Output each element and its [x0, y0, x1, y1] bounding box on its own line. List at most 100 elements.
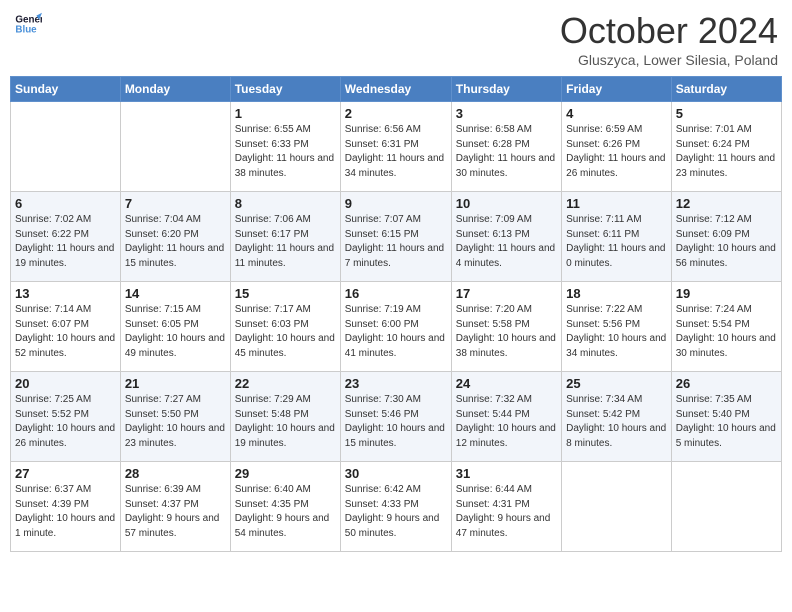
day-info: Sunrise: 7:32 AMSunset: 5:44 PMDaylight:… — [456, 393, 557, 451]
weekday-header: Thursday — [451, 77, 561, 102]
calendar-cell — [671, 462, 781, 552]
day-number: 22 — [235, 376, 336, 391]
page-header: General Blue October 2024 Gluszyca, Lowe… — [10, 10, 782, 68]
day-info: Sunrise: 7:12 AMSunset: 6:09 PMDaylight:… — [676, 213, 777, 271]
day-number: 23 — [345, 376, 447, 391]
day-info: Sunrise: 7:15 AMSunset: 6:05 PMDaylight:… — [125, 303, 226, 361]
day-info: Sunrise: 6:39 AMSunset: 4:37 PMDaylight:… — [125, 483, 226, 541]
calendar-cell: 18 Sunrise: 7:22 AMSunset: 5:56 PMDayligh… — [562, 282, 672, 372]
calendar-cell: 20 Sunrise: 7:25 AMSunset: 5:52 PMDayligh… — [11, 372, 121, 462]
calendar-week-row: 20 Sunrise: 7:25 AMSunset: 5:52 PMDayligh… — [11, 372, 782, 462]
svg-text:Blue: Blue — [15, 24, 37, 35]
month-title: October 2024 — [560, 10, 778, 52]
calendar-cell: 27 Sunrise: 6:37 AMSunset: 4:39 PMDayligh… — [11, 462, 121, 552]
calendar-week-row: 1Sunrise: 6:55 AMSunset: 6:33 PMDaylight… — [11, 102, 782, 192]
day-number: 13 — [15, 286, 116, 301]
calendar-cell: 23Sunrise: 7:30 AMSunset: 5:46 PMDayligh… — [340, 372, 451, 462]
calendar-cell: 25Sunrise: 7:34 AMSunset: 5:42 PMDayligh… — [562, 372, 672, 462]
calendar-cell: 2Sunrise: 6:56 AMSunset: 6:31 PMDaylight… — [340, 102, 451, 192]
day-number: 29 — [235, 466, 336, 481]
calendar-cell — [562, 462, 672, 552]
day-number: 11 — [566, 196, 667, 211]
day-info: Sunrise: 7:25 AMSunset: 5:52 PMDaylight:… — [15, 393, 116, 451]
calendar-cell: 9 Sunrise: 7:07 AMSunset: 6:15 PMDaylight… — [340, 192, 451, 282]
weekday-header: Friday — [562, 77, 672, 102]
day-number: 24 — [456, 376, 557, 391]
day-number: 28 — [125, 466, 226, 481]
day-info: Sunrise: 6:58 AMSunset: 6:28 PMDaylight:… — [456, 123, 557, 181]
day-number: 20 — [15, 376, 116, 391]
day-number: 21 — [125, 376, 226, 391]
weekday-header: Saturday — [671, 77, 781, 102]
weekday-header-row: SundayMondayTuesdayWednesdayThursdayFrid… — [11, 77, 782, 102]
calendar-cell: 3 Sunrise: 6:58 AMSunset: 6:28 PMDaylight… — [451, 102, 561, 192]
calendar-cell: 13Sunrise: 7:14 AMSunset: 6:07 PMDayligh… — [11, 282, 121, 372]
calendar-week-row: 13Sunrise: 7:14 AMSunset: 6:07 PMDayligh… — [11, 282, 782, 372]
calendar-cell: 26Sunrise: 7:35 AMSunset: 5:40 PMDayligh… — [671, 372, 781, 462]
calendar-cell: 14Sunrise: 7:15 AMSunset: 6:05 PMDayligh… — [120, 282, 230, 372]
calendar-cell: 19 Sunrise: 7:24 AMSunset: 5:54 PMDayligh… — [671, 282, 781, 372]
calendar-cell — [120, 102, 230, 192]
day-number: 3 — [456, 106, 557, 121]
calendar-cell: 10 Sunrise: 7:09 AMSunset: 6:13 PMDayligh… — [451, 192, 561, 282]
calendar-week-row: 6 Sunrise: 7:02 AMSunset: 6:22 PMDaylight… — [11, 192, 782, 282]
calendar-cell: 31 Sunrise: 6:44 AMSunset: 4:31 PMDayligh… — [451, 462, 561, 552]
day-info: Sunrise: 7:07 AMSunset: 6:15 PMDaylight:… — [345, 213, 447, 271]
day-number: 5 — [676, 106, 777, 121]
day-info: Sunrise: 7:35 AMSunset: 5:40 PMDaylight:… — [676, 393, 777, 451]
day-info: Sunrise: 7:34 AMSunset: 5:42 PMDaylight:… — [566, 393, 667, 451]
day-number: 15 — [235, 286, 336, 301]
logo: General Blue — [14, 10, 44, 38]
calendar-cell: 5 Sunrise: 7:01 AMSunset: 6:24 PMDaylight… — [671, 102, 781, 192]
day-number: 30 — [345, 466, 447, 481]
calendar-cell: 16 Sunrise: 7:19 AMSunset: 6:00 PMDayligh… — [340, 282, 451, 372]
weekday-header: Monday — [120, 77, 230, 102]
calendar-cell — [11, 102, 121, 192]
calendar-cell: 29 Sunrise: 6:40 AMSunset: 4:35 PMDayligh… — [230, 462, 340, 552]
day-number: 12 — [676, 196, 777, 211]
day-number: 7 — [125, 196, 226, 211]
day-number: 8 — [235, 196, 336, 211]
day-number: 9 — [345, 196, 447, 211]
day-info: Sunrise: 6:40 AMSunset: 4:35 PMDaylight:… — [235, 483, 336, 541]
day-info: Sunrise: 7:11 AMSunset: 6:11 PMDaylight:… — [566, 213, 667, 271]
day-info: Sunrise: 6:44 AMSunset: 4:31 PMDaylight:… — [456, 483, 557, 541]
day-info: Sunrise: 7:22 AMSunset: 5:56 PMDaylight:… — [566, 303, 667, 361]
day-number: 10 — [456, 196, 557, 211]
day-info: Sunrise: 6:37 AMSunset: 4:39 PMDaylight:… — [15, 483, 116, 541]
calendar-cell: 24 Sunrise: 7:32 AMSunset: 5:44 PMDayligh… — [451, 372, 561, 462]
location: Gluszyca, Lower Silesia, Poland — [560, 52, 778, 68]
calendar-cell: 1Sunrise: 6:55 AMSunset: 6:33 PMDaylight… — [230, 102, 340, 192]
day-number: 4 — [566, 106, 667, 121]
day-info: Sunrise: 6:42 AMSunset: 4:33 PMDaylight:… — [345, 483, 447, 541]
day-info: Sunrise: 7:02 AMSunset: 6:22 PMDaylight:… — [15, 213, 116, 271]
day-info: Sunrise: 7:19 AMSunset: 6:00 PMDaylight:… — [345, 303, 447, 361]
day-number: 31 — [456, 466, 557, 481]
calendar-cell: 4 Sunrise: 6:59 AMSunset: 6:26 PMDaylight… — [562, 102, 672, 192]
weekday-header: Sunday — [11, 77, 121, 102]
calendar-table: SundayMondayTuesdayWednesdayThursdayFrid… — [10, 76, 782, 552]
day-info: Sunrise: 7:17 AMSunset: 6:03 PMDaylight:… — [235, 303, 336, 361]
weekday-header: Tuesday — [230, 77, 340, 102]
day-info: Sunrise: 6:59 AMSunset: 6:26 PMDaylight:… — [566, 123, 667, 181]
day-info: Sunrise: 7:04 AMSunset: 6:20 PMDaylight:… — [125, 213, 226, 271]
calendar-cell: 17Sunrise: 7:20 AMSunset: 5:58 PMDayligh… — [451, 282, 561, 372]
day-info: Sunrise: 7:27 AMSunset: 5:50 PMDaylight:… — [125, 393, 226, 451]
calendar-cell: 21 Sunrise: 7:27 AMSunset: 5:50 PMDayligh… — [120, 372, 230, 462]
day-number: 2 — [345, 106, 447, 121]
day-number: 27 — [15, 466, 116, 481]
day-number: 6 — [15, 196, 116, 211]
calendar-cell: 15 Sunrise: 7:17 AMSunset: 6:03 PMDayligh… — [230, 282, 340, 372]
day-number: 1 — [235, 106, 336, 121]
day-info: Sunrise: 7:01 AMSunset: 6:24 PMDaylight:… — [676, 123, 777, 181]
day-info: Sunrise: 7:24 AMSunset: 5:54 PMDaylight:… — [676, 303, 777, 361]
day-number: 16 — [345, 286, 447, 301]
calendar-cell: 28 Sunrise: 6:39 AMSunset: 4:37 PMDayligh… — [120, 462, 230, 552]
day-number: 17 — [456, 286, 557, 301]
day-info: Sunrise: 7:09 AMSunset: 6:13 PMDaylight:… — [456, 213, 557, 271]
day-info: Sunrise: 7:29 AMSunset: 5:48 PMDaylight:… — [235, 393, 336, 451]
title-block: October 2024 Gluszyca, Lower Silesia, Po… — [560, 10, 778, 68]
day-number: 19 — [676, 286, 777, 301]
day-number: 18 — [566, 286, 667, 301]
calendar-cell: 7 Sunrise: 7:04 AMSunset: 6:20 PMDaylight… — [120, 192, 230, 282]
